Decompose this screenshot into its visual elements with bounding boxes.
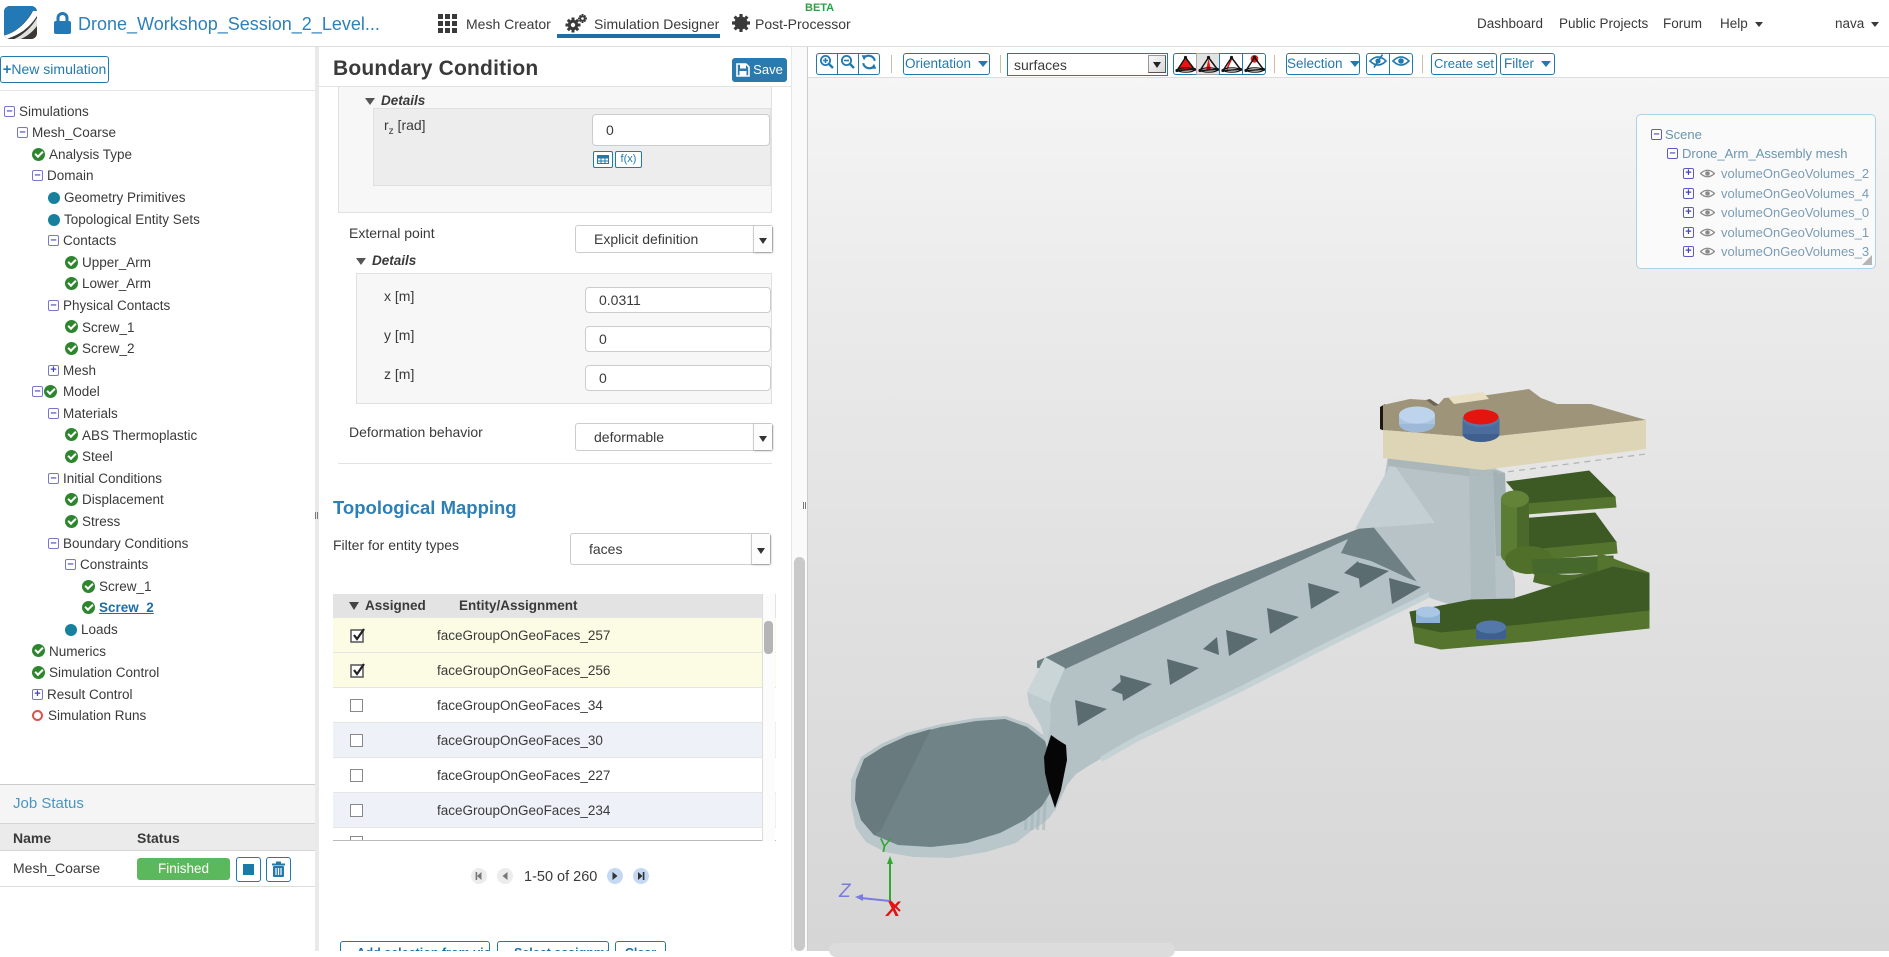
svg-text:Y: Y: [878, 836, 892, 857]
svg-text:X: X: [885, 898, 902, 921]
svg-text:Z: Z: [838, 881, 852, 902]
